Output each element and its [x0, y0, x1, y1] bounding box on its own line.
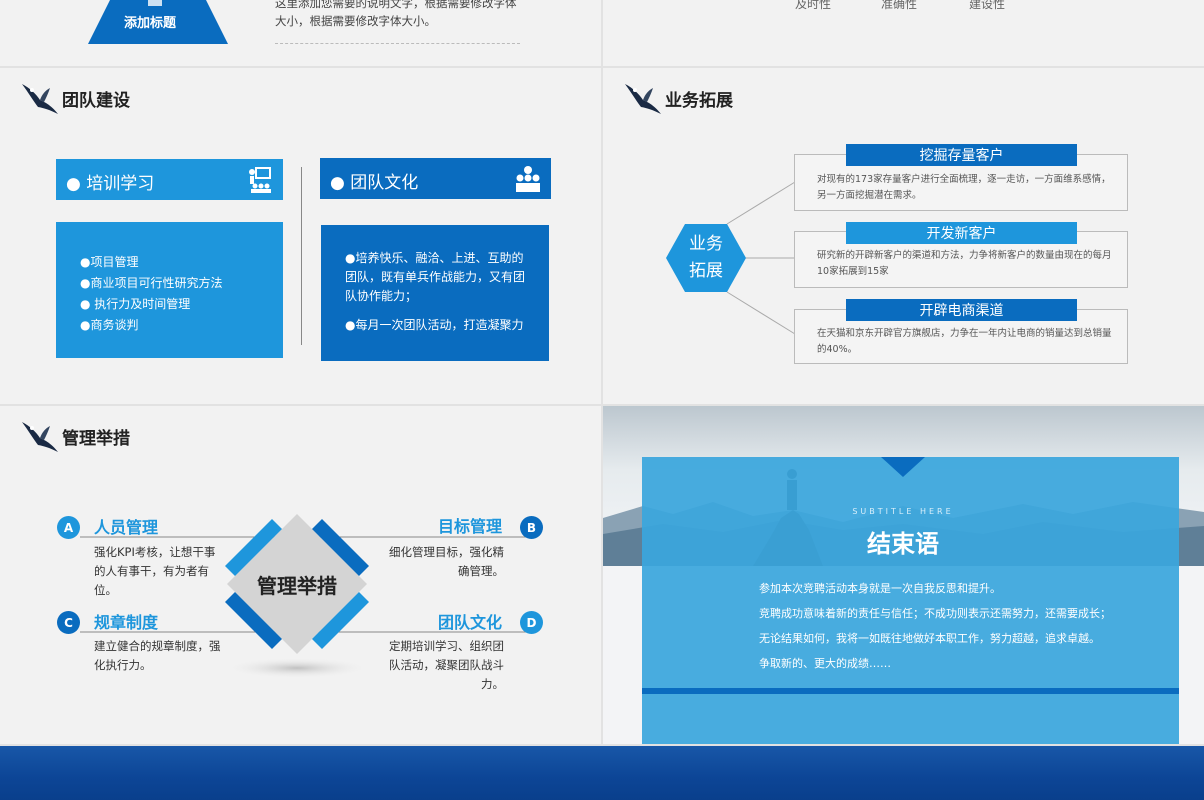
item-text: 强化KPI考核，让想干事的人有事干，有为者有位。: [94, 545, 216, 597]
training-icon: [249, 167, 271, 193]
item-text: 定期培训学习、组织团队活动，凝聚团队战斗力。: [389, 639, 504, 691]
culture-header-label: ● 团队文化: [330, 173, 419, 193]
ending-line: 无论结果如何，我将一如既往地做好本职工作，努力超越，追求卓越。: [759, 632, 1100, 645]
biz-card-title: 挖掘存量客户: [846, 144, 1077, 166]
item-title: 目标管理: [437, 517, 502, 536]
label-accuracy: 准确性: [881, 0, 918, 11]
hex-label-line: 拓展: [689, 261, 723, 281]
ending-body: 参加本次竞聘活动本身就是一次自我反思和提升。 竞聘成功意味着新的责任与信任；不成…: [759, 576, 1139, 676]
title-tag-label: 添加标题: [123, 16, 176, 31]
culture-item: ●每月一次团队活动，打造凝聚力: [345, 318, 524, 332]
slide-team-building: 团队建设 ● 培训学习 ●项目管理 ●商业项目可行性研究方法 ● 执行力及时间管…: [0, 68, 601, 404]
culture-item: ●培养快乐、融洽、上进、互助的团队，既有单兵作战能力，又有团队协作能力；: [345, 251, 526, 303]
ending-subtitle: SUBTITLE HERE: [852, 507, 954, 516]
slide-header-right: 及时性 准确性 建设性: [603, 0, 1204, 66]
panel-bottom-bar: [642, 688, 1179, 694]
biz-card-title: 开辟电商渠道: [846, 299, 1077, 321]
biz-card-text: 在天猫和京东开辟官方旗舰店，力争在一年内让电商的销量达到总销量的40%。: [817, 328, 1112, 355]
training-item: ●商务谈判: [80, 318, 139, 332]
item-title: 规章制度: [94, 613, 159, 632]
divider: [275, 43, 520, 44]
management-center-label: 管理举措: [257, 574, 337, 598]
badge-c: C: [57, 611, 80, 634]
eagle-icon: [22, 84, 58, 114]
training-item: ●项目管理: [80, 255, 139, 269]
label-timeliness: 及时性: [795, 0, 832, 11]
hex-label: 业务 拓展: [666, 231, 746, 285]
badge-a: A: [57, 516, 80, 539]
slide-header-left: 添加标题 这里添加您需要的说明文字，根据需要修改字体大小，根据需要修改字体大小。: [0, 0, 601, 66]
slide-title: 团队建设: [62, 91, 130, 111]
item-title: 人员管理: [94, 518, 159, 537]
biz-card-title: 开发新客户: [846, 222, 1077, 244]
culture-box: ●培养快乐、融洽、上进、互助的团队，既有单兵作战能力，又有团队协作能力； ●每月…: [321, 225, 549, 361]
header-desc: 这里添加您需要的说明文字，根据需要修改字体大小，根据需要修改字体大小。: [275, 0, 517, 28]
slide-footer-partial: [0, 746, 1204, 800]
hex-label-line: 业务: [689, 234, 723, 254]
culture-header: ● 团队文化: [320, 158, 551, 199]
training-box: ●项目管理 ●商业项目可行性研究方法 ● 执行力及时间管理 ●商务谈判: [56, 222, 283, 358]
biz-card-text: 研究新的开辟新客户的渠道和方法，力争将新客户的数量由现在的每月10家拓展到15家: [817, 250, 1112, 277]
ending-title: 结束语: [867, 530, 939, 558]
group-icon: [516, 166, 540, 192]
item-text: 建立健合的规章制度，强化执行力。: [94, 639, 221, 672]
biz-card-text: 对现有的173家存量客户进行全面梳理，逐一走访，一方面维系感情，另一方面挖掘潜在…: [817, 174, 1111, 201]
training-item: ●商业项目可行性研究方法: [80, 276, 223, 290]
badge-b: B: [520, 516, 543, 539]
ending-line: 参加本次竞聘活动本身就是一次自我反思和提升。: [759, 582, 1001, 595]
slide-management: 管理举措 管理举措 A 人员管理 强化KPI考核，让想干事的人有事干，有为者有位…: [0, 406, 601, 744]
training-header: ● 培训学习: [56, 159, 283, 200]
item-title: 团队文化: [437, 613, 502, 632]
down-triangle-icon: [881, 457, 925, 477]
training-header-label: ● 培训学习: [66, 174, 155, 194]
vertical-divider: [301, 167, 302, 345]
label-constructive: 建设性: [969, 0, 1006, 11]
slide-business-expansion: 业务拓展 业务 拓展 挖掘存量客户 对现有的173家存量客户进行全面梳理，逐一走…: [603, 68, 1204, 404]
item-text: 细化管理目标，强化精确管理。: [389, 545, 504, 578]
badge-d: D: [520, 611, 543, 634]
training-item: ● 执行力及时间管理: [80, 297, 191, 311]
ending-line: 竞聘成功意味着新的责任与信任；不成功则表示还需努力，还需要成长；: [759, 607, 1111, 620]
slide-ending: SUBTITLE HERE 结束语 参加本次竞聘活动本身就是一次自我反思和提升。…: [603, 406, 1204, 744]
ending-line: 争取新的、更大的成绩……: [759, 657, 891, 670]
